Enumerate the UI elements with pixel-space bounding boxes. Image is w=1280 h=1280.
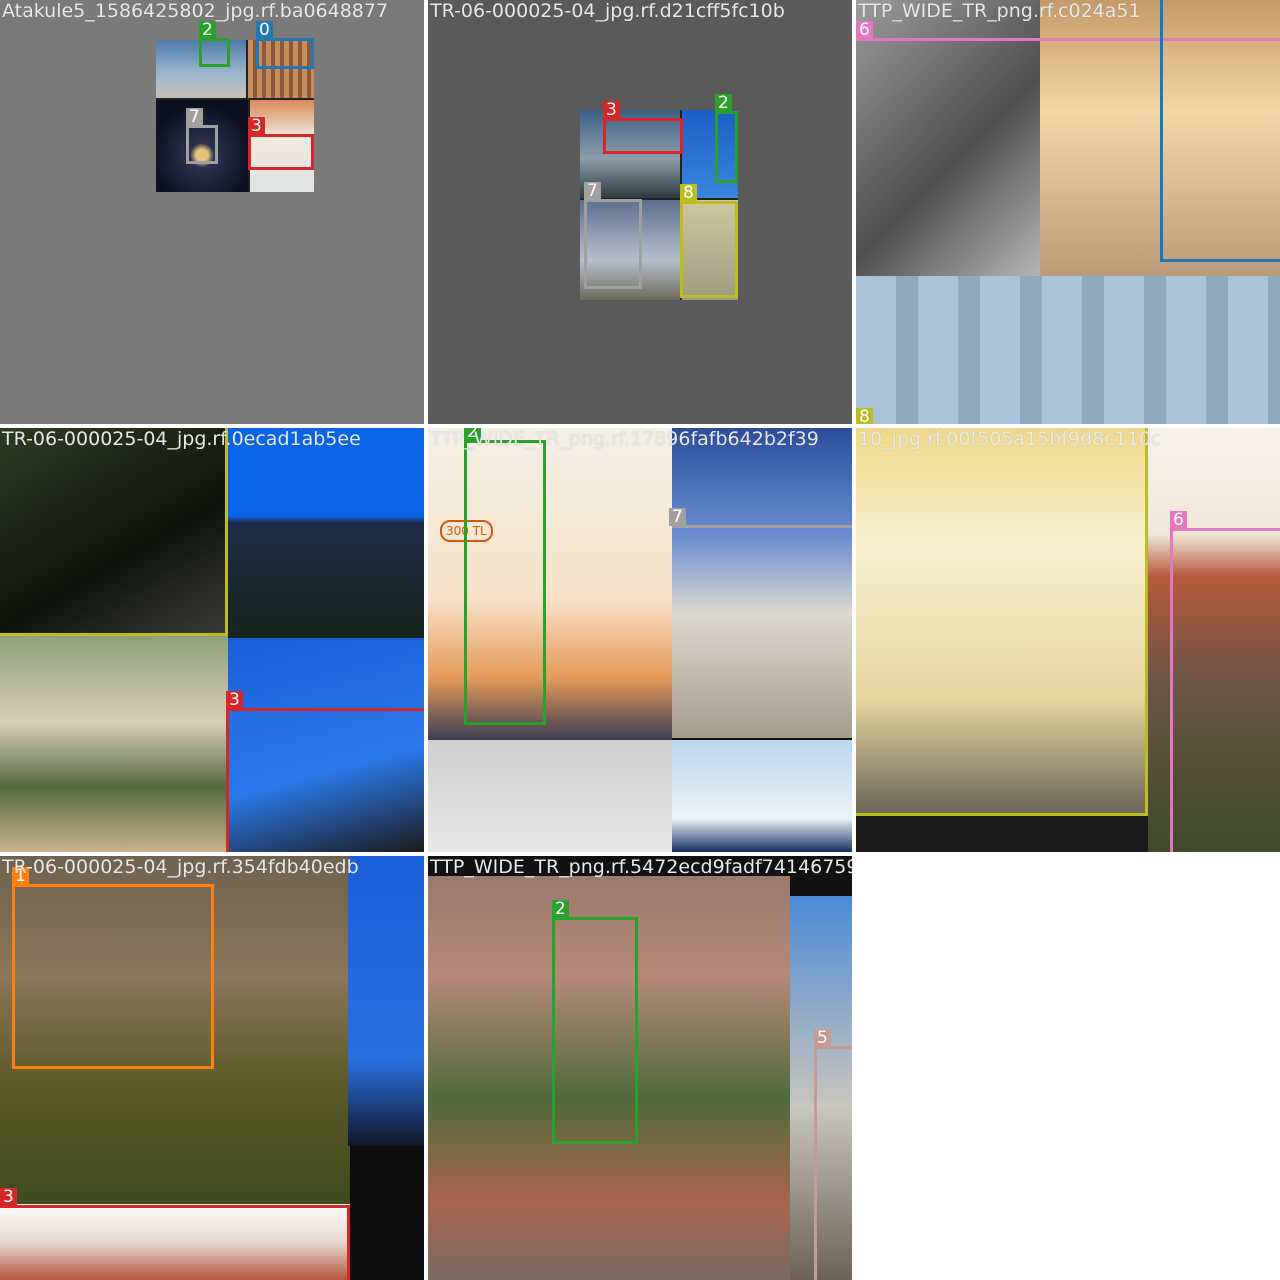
bbox-class-8: 8	[856, 408, 873, 424]
tile-filename: 10_jpg.rf.00f505a15bf9d8c110c	[858, 428, 1162, 450]
photo-blue-night	[348, 856, 424, 1146]
bbox-class-3: 3	[603, 101, 683, 154]
bbox-label: 6	[856, 21, 873, 39]
bbox-label: 3	[248, 117, 265, 135]
mosaic-tile-9	[856, 856, 1280, 1280]
bbox-label: 2	[552, 900, 569, 918]
mosaic-tile-1: Atakule5_1586425802_jpg.rf.ba0648877 2 0…	[0, 0, 424, 424]
bbox-class-2: 2	[715, 94, 738, 183]
tile-filename: TR-06-000025-04_jpg.rf.0ecad1ab5ee	[2, 428, 361, 450]
photo-blue-facade	[856, 276, 1280, 424]
tile-filename: TTP_WIDE_TR_png.rf.5472ecd9fadf741467592	[430, 856, 852, 878]
tile-filename: TR-06-000025-04_jpg.rf.354fdb40edb	[2, 856, 359, 878]
bbox-label: 8	[680, 184, 697, 202]
mosaic-tile-3: TTP_WIDE_TR_png.rf.c024a51 6 8	[856, 0, 1280, 424]
photo-cloudy-sky	[428, 740, 672, 852]
bbox-class-5: 5	[814, 1029, 852, 1280]
mosaic-tile-4: TR-06-000025-04_jpg.rf.0ecad1ab5ee 3	[0, 428, 424, 852]
grid-separator	[852, 0, 856, 1280]
bbox-class-1: 1	[12, 867, 214, 1069]
tile-filename: TTP_WIDE_TR_png.rf.c024a51	[858, 0, 1141, 22]
bbox-label: 7	[584, 182, 601, 200]
grid-separator	[0, 424, 1280, 428]
bbox-class-0	[1160, 0, 1280, 262]
mosaic-tile-8: TTP_WIDE_TR_png.rf.5472ecd9fadf741467592…	[428, 856, 852, 1280]
grid-separator	[0, 852, 1280, 856]
mosaic-tile-2: TR-06-000025-04_jpg.rf.d21cff5fc10b 3 2 …	[428, 0, 852, 424]
bbox-class-6: 6	[1170, 511, 1280, 852]
bbox-class-8	[0, 428, 228, 636]
photo-hillside-town	[0, 636, 228, 852]
bbox-label: 8	[856, 408, 873, 424]
bbox-label: 7	[186, 108, 203, 126]
bbox-class-7: 7	[669, 508, 852, 765]
tile-filename: TTP_WIDE_TR_png.rf.17896fafb642b2f39	[430, 428, 819, 450]
bbox-class-3: 3	[0, 1188, 350, 1280]
mosaic-tile-7: TR-06-000025-04_jpg.rf.354fdb40edb 1 3	[0, 856, 424, 1280]
bbox-class-2: 2	[464, 428, 546, 725]
bbox-label: 2	[199, 21, 216, 39]
bbox-class-8	[856, 428, 1148, 816]
mosaic-tile-6: 10_jpg.rf.00f505a15bf9d8c110c 6	[856, 428, 1280, 852]
bbox-label: 3	[226, 691, 243, 709]
bbox-class-7: 7	[186, 108, 218, 164]
bbox-class-3: 3	[248, 117, 314, 170]
tile-filename: Atakule5_1586425802_jpg.rf.ba0648877	[2, 0, 389, 22]
bbox-label: 6	[1170, 511, 1187, 529]
bbox-class-3: 3	[226, 691, 424, 852]
bbox-class-2: 2	[199, 21, 230, 67]
photo-blue-field	[226, 428, 424, 638]
bbox-class-2: 2	[552, 900, 638, 1144]
bbox-label: 3	[0, 1188, 17, 1206]
mosaic-tile-5: 300 TL TTP_WIDE_TR_png.rf.17896fafb642b2…	[428, 428, 852, 852]
bbox-label: 2	[715, 94, 732, 112]
grid-separator	[424, 0, 428, 1280]
bbox-label: 0	[256, 21, 273, 39]
bbox-label: 7	[669, 508, 686, 526]
bbox-label: 3	[603, 101, 620, 119]
bbox-class-8: 8	[680, 184, 738, 298]
bbox-class-7: 7	[584, 182, 642, 289]
bbox-class-0: 0	[256, 21, 314, 69]
tile-filename: TR-06-000025-04_jpg.rf.d21cff5fc10b	[430, 0, 785, 22]
bbox-label: 5	[814, 1029, 831, 1047]
